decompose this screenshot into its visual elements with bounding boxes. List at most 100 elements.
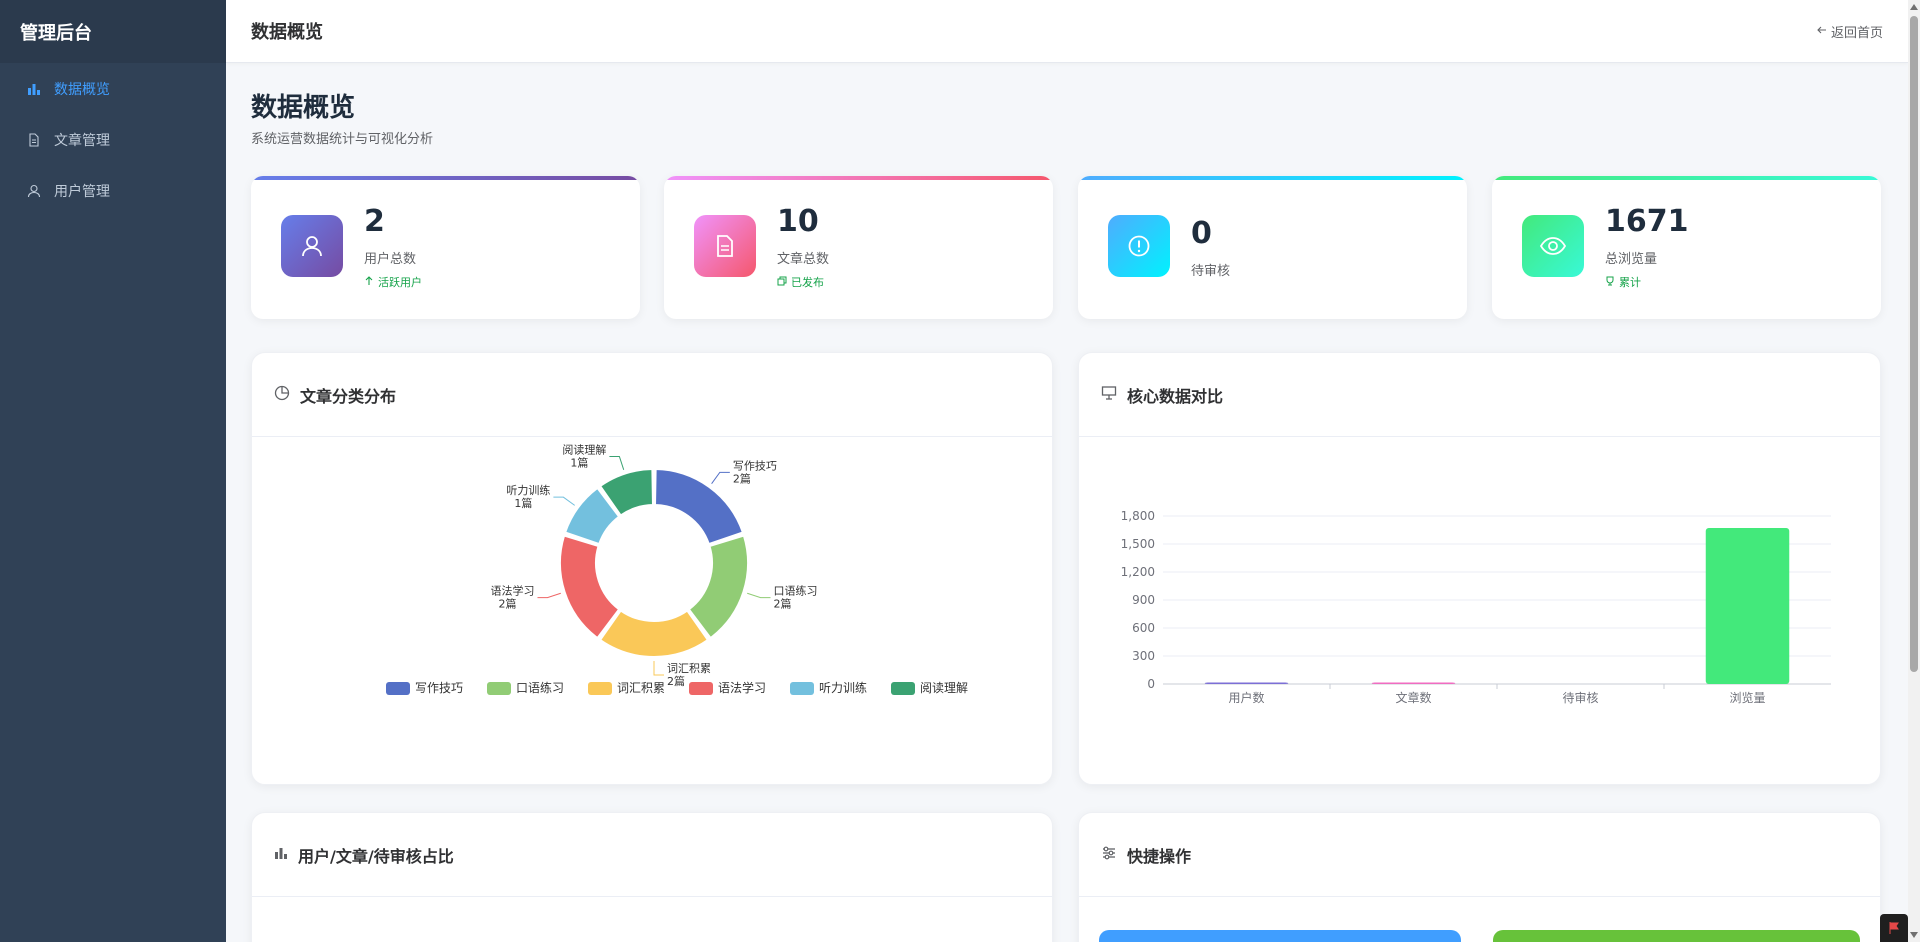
page-scrollbar[interactable] bbox=[1908, 0, 1920, 942]
panel-ratio: 用户/文章/待审核占比 bbox=[251, 812, 1053, 942]
back-home-link[interactable]: 返回首页 bbox=[1817, 22, 1883, 41]
slice-value-label: 2篇 bbox=[774, 597, 792, 611]
stat-value: 10 bbox=[777, 204, 819, 239]
slice-value-label: 2篇 bbox=[498, 597, 516, 611]
legend-label[interactable]: 写作技巧 bbox=[415, 681, 463, 695]
y-tick-label: 600 bbox=[1132, 621, 1155, 635]
sidebar-item-users[interactable]: 用户管理 bbox=[0, 165, 226, 216]
trophy-icon bbox=[1605, 276, 1615, 289]
legend-label[interactable]: 口语练习 bbox=[516, 680, 564, 695]
stat-value: 0 bbox=[1191, 216, 1212, 251]
slice-name-label: 听力训练 bbox=[506, 483, 550, 497]
x-tick-label: 文章数 bbox=[1395, 690, 1431, 705]
legend-swatch[interactable] bbox=[689, 682, 713, 695]
legend-swatch[interactable] bbox=[790, 682, 814, 695]
panel-title: 文章分类分布 bbox=[300, 386, 397, 406]
label-leader-line bbox=[653, 661, 664, 676]
slice-name-label: 阅读理解 bbox=[562, 442, 606, 456]
main-content: 数据概览 系统运营数据统计与可视化分析 2 用户总数 活跃用户 10 文章总数 … bbox=[226, 63, 1908, 942]
panel-title: 用户/文章/待审核占比 bbox=[298, 846, 454, 866]
panel-header: 核心数据对比 bbox=[1079, 353, 1880, 437]
slice-name-label: 口语练习 bbox=[774, 584, 818, 598]
stat-tag: 已发布 bbox=[777, 274, 824, 290]
stat-card-pending: 0 待审核 bbox=[1078, 176, 1467, 319]
donut-slice[interactable] bbox=[687, 534, 749, 640]
bar-chart-icon bbox=[274, 845, 288, 864]
panel-category-distribution: 文章分类分布 写作技巧 2篇 口语练习 2篇 词汇积累 2篇 语法学习 2篇 听力训练 1篇 阅读理… bbox=[251, 352, 1053, 785]
flag-icon[interactable] bbox=[1880, 914, 1908, 942]
legend-label[interactable]: 词汇积累 bbox=[617, 681, 665, 695]
y-tick-label: 300 bbox=[1132, 649, 1155, 663]
sidebar: 管理后台 数据概览 文章管理 用户管理 bbox=[0, 0, 226, 942]
stat-value: 2 bbox=[364, 204, 385, 239]
document-icon bbox=[26, 132, 42, 148]
top-header: 数据概览 返回首页 bbox=[226, 0, 1908, 63]
bar[interactable] bbox=[1705, 528, 1790, 684]
panel-header: 用户/文章/待审核占比 bbox=[252, 813, 1052, 897]
sidebar-item-label: 数据概览 bbox=[54, 81, 110, 98]
scroll-down-arrow-icon[interactable] bbox=[1910, 932, 1918, 938]
copy-icon bbox=[777, 276, 787, 289]
stat-tag: 累计 bbox=[1605, 274, 1641, 290]
stat-label: 用户总数 bbox=[364, 252, 417, 267]
legend-swatch[interactable] bbox=[588, 682, 612, 695]
page-subtitle: 系统运营数据统计与可视化分析 bbox=[251, 132, 434, 147]
scroll-up-arrow-icon[interactable] bbox=[1910, 4, 1918, 10]
legend-label[interactable]: 阅读理解 bbox=[920, 681, 968, 695]
bar[interactable] bbox=[1371, 682, 1456, 685]
x-tick-label: 用户数 bbox=[1228, 690, 1264, 705]
header-title: 数据概览 bbox=[251, 22, 323, 43]
x-tick-label: 浏览量 bbox=[1729, 690, 1765, 705]
slice-value-label: 1篇 bbox=[570, 455, 588, 469]
y-tick-label: 1,200 bbox=[1121, 565, 1155, 579]
sidebar-logo: 管理后台 bbox=[0, 0, 226, 63]
stat-label: 总浏览量 bbox=[1605, 252, 1658, 267]
donut-slice[interactable] bbox=[559, 534, 621, 640]
stat-card-accent bbox=[251, 176, 640, 180]
panel-header: 文章分类分布 bbox=[252, 353, 1052, 437]
bar[interactable] bbox=[1204, 682, 1289, 685]
back-home-label: 返回首页 bbox=[1830, 25, 1883, 41]
arrow-up-icon bbox=[364, 275, 374, 289]
sidebar-item-label: 文章管理 bbox=[54, 132, 110, 149]
sidebar-item-articles[interactable]: 文章管理 bbox=[0, 114, 226, 165]
pie-chart-icon bbox=[274, 385, 290, 405]
legend-label[interactable]: 听力训练 bbox=[819, 680, 867, 695]
sliders-icon bbox=[1101, 845, 1117, 865]
warning-icon bbox=[1108, 215, 1170, 277]
legend-swatch[interactable] bbox=[891, 682, 915, 695]
stat-card-accent bbox=[664, 176, 1053, 180]
slice-value-label: 2篇 bbox=[733, 471, 751, 485]
user-icon bbox=[26, 183, 42, 199]
stat-tag-label: 已发布 bbox=[791, 276, 824, 289]
stat-card-users: 2 用户总数 活跃用户 bbox=[251, 176, 640, 319]
donut-slice[interactable] bbox=[654, 468, 744, 546]
donut-slice[interactable] bbox=[599, 609, 709, 658]
stat-card-accent bbox=[1492, 176, 1881, 180]
donut-chart: 写作技巧2篇口语练习2篇词汇积累2篇语法学习2篇听力训练1篇阅读理解1篇 写作技… bbox=[386, 442, 968, 695]
bar-chart-icon bbox=[26, 81, 42, 97]
slice-value-label: 1篇 bbox=[514, 496, 532, 510]
slice-value-label: 2篇 bbox=[667, 674, 685, 688]
user-icon bbox=[281, 215, 343, 277]
y-tick-label: 1,500 bbox=[1121, 537, 1155, 551]
legend-swatch[interactable] bbox=[487, 682, 511, 695]
bar-chart: 0 300 600 900 1,200 1,500 1,800 用户数 文章数 待审核 浏览量 bbox=[1121, 509, 1831, 705]
quick-action-button[interactable] bbox=[1099, 930, 1461, 942]
label-leader-line bbox=[747, 592, 771, 599]
legend-swatch[interactable] bbox=[386, 682, 410, 695]
panel-core-comparison: 核心数据对比 0 300 600 900 1,200 1,500 1,800 用户数 文章数 待… bbox=[1078, 352, 1881, 785]
legend-label[interactable]: 语法学习 bbox=[718, 680, 766, 695]
quick-action-button[interactable] bbox=[1493, 930, 1860, 942]
stat-card-articles: 10 文章总数 已发布 bbox=[664, 176, 1053, 319]
stat-tag-label: 活跃用户 bbox=[378, 276, 422, 289]
stat-label: 文章总数 bbox=[777, 252, 830, 267]
y-tick-label: 0 bbox=[1147, 677, 1155, 691]
eye-icon bbox=[1522, 215, 1584, 277]
scroll-thumb[interactable] bbox=[1910, 16, 1918, 672]
label-leader-line bbox=[537, 592, 561, 599]
panel-title: 快捷操作 bbox=[1127, 846, 1192, 866]
sidebar-item-overview[interactable]: 数据概览 bbox=[0, 63, 226, 114]
document-icon bbox=[694, 215, 756, 277]
page-title: 数据概览 bbox=[251, 93, 356, 123]
